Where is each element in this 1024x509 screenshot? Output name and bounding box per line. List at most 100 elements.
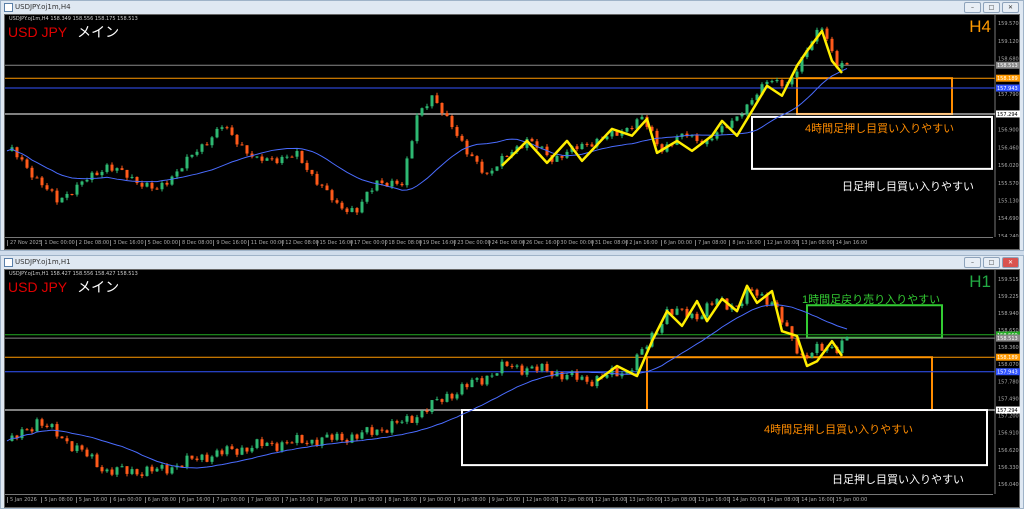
candle-body bbox=[755, 289, 759, 296]
candle-body bbox=[355, 208, 359, 213]
close-button[interactable]: ✕ bbox=[1002, 2, 1019, 13]
price-tag-label: 157.294 bbox=[997, 112, 1018, 118]
candle-body bbox=[295, 435, 299, 443]
candle-body bbox=[235, 448, 239, 455]
time-axis-label: 6 Jan 00:00 bbox=[110, 497, 142, 503]
candle-body bbox=[485, 375, 489, 385]
maximize-button[interactable]: □ bbox=[983, 257, 1000, 268]
candle-body bbox=[80, 181, 84, 185]
candle-body bbox=[40, 177, 44, 186]
timeframe-label: H4 bbox=[969, 17, 991, 36]
candle-body bbox=[395, 421, 399, 423]
time-axis-label: 12 Jan 00:00 bbox=[523, 497, 558, 503]
main-label: メイン bbox=[77, 24, 120, 40]
time-axis-label: 18 Dec 08:00 bbox=[385, 240, 422, 246]
candle-body bbox=[195, 458, 199, 460]
candle-body bbox=[360, 201, 364, 213]
candle-body bbox=[820, 28, 824, 30]
time-axis: 5 Jan 2026 5 Jan 08:00 5 Jan 16:00 6 Jan 00… bbox=[5, 494, 993, 506]
time-axis-label: 26 Dec 16:00 bbox=[523, 240, 560, 246]
candle-body bbox=[305, 162, 309, 170]
candle-body bbox=[140, 183, 144, 187]
price-axis-label: 158.940 bbox=[998, 311, 1019, 317]
candle-body bbox=[780, 307, 784, 323]
time-axis-label: 12 Dec 08:00 bbox=[282, 240, 319, 246]
candle-body bbox=[315, 173, 319, 185]
candle-body bbox=[720, 126, 724, 133]
time-axis-label: 5 Dec 00:00 bbox=[144, 240, 178, 246]
candle-body bbox=[320, 184, 324, 186]
candle-body bbox=[125, 466, 129, 474]
candle-body bbox=[690, 313, 694, 318]
minimize-button[interactable]: – bbox=[964, 257, 981, 268]
minimize-button[interactable]: – bbox=[964, 2, 981, 13]
candle-body bbox=[475, 378, 479, 380]
candle-body bbox=[845, 63, 849, 65]
candle-body bbox=[65, 194, 69, 198]
candle-body bbox=[400, 421, 404, 423]
candle-body bbox=[335, 200, 339, 203]
time-axis-label: 14 Jan 08:00 bbox=[763, 497, 798, 503]
candle-body bbox=[285, 442, 289, 444]
candle-body bbox=[200, 454, 204, 460]
h1-chart-area[interactable]: 158.569158.513158.189157.943157.294159.5… bbox=[4, 269, 1020, 508]
h4-buy-note: 4時間足押し目買い入りやすい bbox=[764, 424, 914, 436]
symbol-label: USD JPY メイン bbox=[8, 22, 119, 42]
candle-body bbox=[290, 156, 294, 158]
time-axis-label: 15 Jan 00:00 bbox=[832, 497, 867, 503]
maximize-button[interactable]: □ bbox=[983, 2, 1000, 13]
candle-body bbox=[470, 379, 474, 388]
time-axis-label: 8 Dec 08:00 bbox=[179, 240, 212, 246]
h1-chart-window: USDJPY.oj1m,H1 –□✕ 158.569158.513158.189… bbox=[0, 255, 1024, 509]
close-button[interactable]: ✕ bbox=[1002, 257, 1019, 268]
candle-body bbox=[315, 439, 319, 446]
h4-chart-area[interactable]: 158.513 158.189 157.943 157.294 159.570 159.1… bbox=[4, 14, 1020, 250]
candle-body bbox=[440, 399, 444, 402]
candle-body bbox=[590, 144, 594, 147]
candle-body bbox=[480, 161, 484, 173]
candle-body bbox=[560, 155, 564, 158]
candle-body bbox=[710, 303, 714, 305]
candle-body bbox=[325, 185, 329, 191]
candle-body bbox=[210, 137, 214, 146]
price-axis-label: 159.515 bbox=[998, 277, 1019, 283]
candle-body bbox=[250, 447, 254, 452]
candle-body bbox=[135, 176, 139, 184]
daily-buy-note: 日足押し目買い入りやすい bbox=[832, 474, 964, 486]
candle-body bbox=[110, 164, 114, 171]
candle-body bbox=[140, 474, 144, 476]
candle-body bbox=[770, 302, 774, 305]
candle-body bbox=[490, 375, 494, 377]
candle-body bbox=[35, 177, 39, 179]
price-axis-label: 157.490 bbox=[998, 396, 1019, 402]
time-axis-label: 6 Jan 16:00 bbox=[179, 497, 210, 503]
title-bar: USDJPY.oj1m,H1 – □ ✕ bbox=[1, 256, 1023, 268]
candle-body bbox=[220, 450, 224, 455]
price-axis-label: 159.570 bbox=[998, 21, 1019, 27]
candle-body bbox=[400, 183, 404, 186]
candle-body bbox=[485, 172, 489, 174]
candle-body bbox=[460, 384, 464, 395]
candle-body bbox=[470, 154, 474, 157]
candle-body bbox=[270, 442, 274, 444]
candle-body bbox=[360, 432, 364, 439]
candle-body bbox=[555, 155, 559, 162]
candle-body bbox=[795, 71, 799, 78]
candle-body bbox=[165, 182, 169, 185]
candle-body bbox=[435, 399, 439, 401]
candle-body bbox=[460, 135, 464, 141]
chart-window-icon bbox=[4, 258, 13, 267]
symbol-label: USD JPY メイン bbox=[8, 277, 119, 297]
candle-body bbox=[440, 102, 444, 114]
price-axis-label: 154.240 bbox=[998, 234, 1019, 237]
candle-body bbox=[335, 433, 339, 440]
time-axis-label: 14 Jan 00:00 bbox=[729, 497, 764, 503]
candle-body bbox=[420, 410, 424, 418]
candle-body bbox=[535, 366, 539, 371]
candle-body bbox=[330, 190, 334, 201]
chart-window-icon bbox=[4, 3, 13, 12]
candle-body bbox=[840, 63, 844, 68]
candle-body bbox=[705, 303, 709, 317]
time-axis-label: 8 Jan 08:00 bbox=[351, 497, 382, 503]
candle-body bbox=[475, 156, 479, 162]
